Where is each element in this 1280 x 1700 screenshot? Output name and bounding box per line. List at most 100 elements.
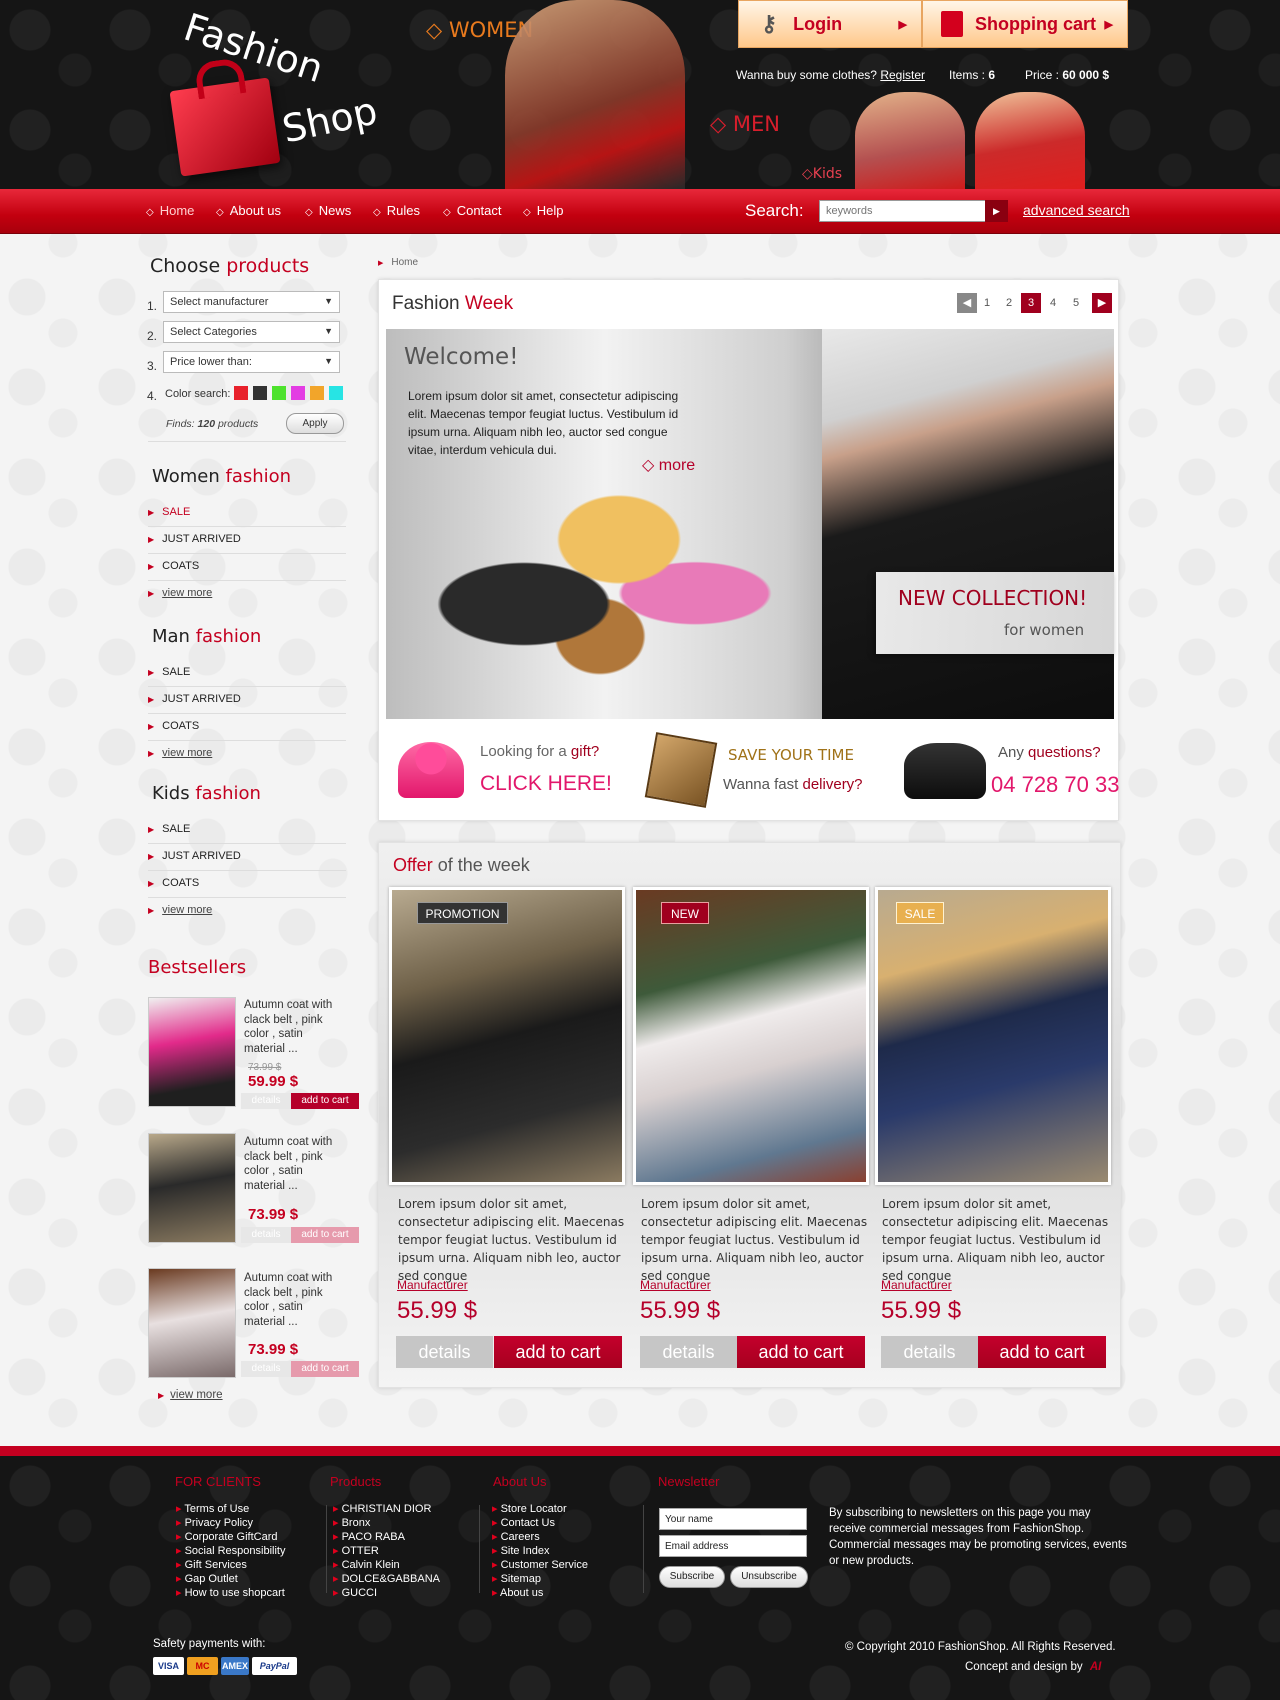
color-swatch-green[interactable] (272, 386, 286, 400)
pager-page-4[interactable]: 4 (1043, 293, 1063, 313)
pager-next-button[interactable]: ▶ (1092, 293, 1112, 313)
product-image-3[interactable] (875, 887, 1111, 1185)
footer-link[interactable]: Contact Us (492, 1516, 588, 1530)
women-coats-link[interactable]: ▶ COATS (148, 554, 346, 581)
man-sale-link[interactable]: ▶ SALE (148, 660, 346, 687)
product-add-to-cart-button-3[interactable]: add to cart (978, 1336, 1106, 1368)
bestseller-add-to-cart-button-2[interactable]: add to cart (291, 1227, 359, 1243)
designer-logo[interactable]: AI (1090, 1661, 1102, 1673)
search-input[interactable] (819, 200, 986, 222)
footer-link[interactable]: Gap Outlet (176, 1572, 285, 1586)
footer-link[interactable]: OTTER (333, 1544, 440, 1558)
product-details-button-2[interactable]: details (640, 1336, 737, 1368)
bestseller-add-to-cart-button-3[interactable]: add to cart (291, 1361, 359, 1377)
logo-line2[interactable]: Shop (278, 89, 381, 152)
color-swatch-magenta[interactable] (291, 386, 305, 400)
shopping-cart-button[interactable]: Shopping cart ▶ (922, 0, 1128, 48)
newsletter-name-field[interactable]: Your name (659, 1508, 807, 1530)
breadcrumb-home[interactable]: Home (391, 257, 418, 268)
kids-view-more-link[interactable]: ▶ view more (148, 898, 346, 925)
bestseller-image-1[interactable] (148, 997, 236, 1107)
man-view-more-link[interactable]: ▶ view more (148, 741, 346, 768)
subscribe-button[interactable]: Subscribe (659, 1566, 725, 1588)
footer-link[interactable]: Careers (492, 1530, 588, 1544)
bestseller-image-2[interactable] (148, 1133, 236, 1243)
footer-link[interactable]: How to use shopcart (176, 1586, 285, 1600)
kids-coats-link[interactable]: ▶ COATS (148, 871, 346, 898)
footer-link[interactable]: Store Locator (492, 1502, 588, 1516)
product-manufacturer-link-3[interactable]: Manufacturer (881, 1278, 952, 1292)
pager-page-1[interactable]: 1 (977, 293, 997, 313)
footer-link[interactable]: DOLCE&GABBANA (333, 1572, 440, 1586)
login-button[interactable]: ⚷ Login ▶ (738, 0, 922, 48)
nav-rules[interactable]: ◇ Rules (373, 203, 420, 218)
footer-link[interactable]: Corporate GiftCard (176, 1530, 285, 1544)
nav-news[interactable]: ◇ News (305, 203, 351, 218)
manufacturer-select[interactable]: Select manufacturer ▼ (163, 291, 340, 313)
click-here-link[interactable]: CLICK HERE! (480, 772, 612, 796)
footer-link[interactable]: About us (492, 1586, 588, 1600)
bestseller-details-button-1[interactable]: details (241, 1093, 291, 1109)
category-men-link[interactable]: ◇ MEN (710, 112, 780, 136)
bestseller-image-3[interactable] (148, 1268, 236, 1378)
pager-page-3[interactable]: 3 (1021, 293, 1041, 313)
bestseller-details-button-3[interactable]: details (241, 1361, 291, 1377)
categories-select[interactable]: Select Categories ▼ (163, 321, 340, 343)
footer-link[interactable]: Calvin Klein (333, 1558, 440, 1572)
gift-icon[interactable] (398, 742, 464, 798)
phone-number[interactable]: 04 728 70 33 (991, 772, 1119, 798)
product-details-button-1[interactable]: details (396, 1336, 493, 1368)
kids-sale-link[interactable]: ▶ SALE (148, 817, 346, 844)
step-number: 3. (147, 359, 158, 373)
nav-help[interactable]: ◇ Help (523, 203, 563, 218)
kids-just-arrived-link[interactable]: ▶ JUST ARRIVED (148, 844, 346, 871)
footer-link[interactable]: CHRISTIAN DIOR (333, 1502, 440, 1516)
women-just-arrived-link[interactable]: ▶ JUST ARRIVED (148, 527, 346, 554)
product-price-1: 55.99 $ (397, 1297, 478, 1324)
nav-home[interactable]: ◇ Home (146, 203, 194, 218)
product-details-button-3[interactable]: details (881, 1336, 978, 1368)
footer-link[interactable]: Gift Services (176, 1558, 285, 1572)
search-go-button[interactable]: ▶ (985, 200, 1008, 222)
color-swatch-black[interactable] (253, 386, 267, 400)
footer-link[interactable]: PACO RABA (333, 1530, 440, 1544)
bestsellers-view-more-link[interactable]: ▶ view more (158, 1389, 223, 1401)
bestseller-add-to-cart-button-1[interactable]: add to cart (291, 1093, 359, 1109)
color-swatch-cyan[interactable] (329, 386, 343, 400)
product-image-1[interactable] (389, 887, 625, 1185)
footer-link[interactable]: Sitemap (492, 1572, 588, 1586)
nav-contact[interactable]: ◇ Contact (443, 203, 502, 218)
apply-button[interactable]: Apply (286, 413, 344, 434)
product-manufacturer-link-1[interactable]: Manufacturer (397, 1278, 468, 1292)
footer-link[interactable]: Social Responsibility (176, 1544, 286, 1558)
women-sale-link[interactable]: ▶ SALE (148, 500, 346, 527)
product-manufacturer-link-2[interactable]: Manufacturer (640, 1278, 711, 1292)
category-kids-link[interactable]: ◇Kids (802, 166, 842, 182)
man-just-arrived-link[interactable]: ▶ JUST ARRIVED (148, 687, 346, 714)
more-link[interactable]: ◇ more (642, 455, 695, 475)
women-view-more-link[interactable]: ▶ view more (148, 581, 346, 608)
footer-link[interactable]: Bronx (333, 1516, 440, 1530)
register-link[interactable]: Register (880, 68, 925, 82)
footer-link[interactable]: Privacy Policy (176, 1516, 285, 1530)
newsletter-email-field[interactable]: Email address (659, 1535, 807, 1557)
color-swatch-orange[interactable] (310, 386, 324, 400)
nav-about[interactable]: ◇ About us (216, 203, 281, 218)
product-image-2[interactable] (633, 887, 869, 1185)
advanced-search-link[interactable]: advanced search (1023, 202, 1130, 218)
color-swatch-red[interactable] (234, 386, 248, 400)
footer-link[interactable]: Customer Service (492, 1558, 588, 1572)
footer-link[interactable]: Site Index (492, 1544, 588, 1558)
footer-link[interactable]: GUCCI (333, 1586, 440, 1600)
bestseller-details-button-2[interactable]: details (241, 1227, 291, 1243)
man-coats-link[interactable]: ▶ COATS (148, 714, 346, 741)
new-collection-box[interactable] (876, 572, 1114, 654)
product-add-to-cart-button-1[interactable]: add to cart (494, 1336, 622, 1368)
footer-link[interactable]: Terms of Use (176, 1502, 285, 1516)
unsubscribe-button[interactable]: Unsubscribe (730, 1566, 808, 1588)
pager-prev-button[interactable]: ◀ (957, 293, 977, 313)
product-add-to-cart-button-2[interactable]: add to cart (737, 1336, 865, 1368)
pager-page-5[interactable]: 5 (1066, 293, 1086, 313)
price-select[interactable]: Price lower than: ▼ (163, 351, 340, 373)
pager-page-2[interactable]: 2 (999, 293, 1019, 313)
